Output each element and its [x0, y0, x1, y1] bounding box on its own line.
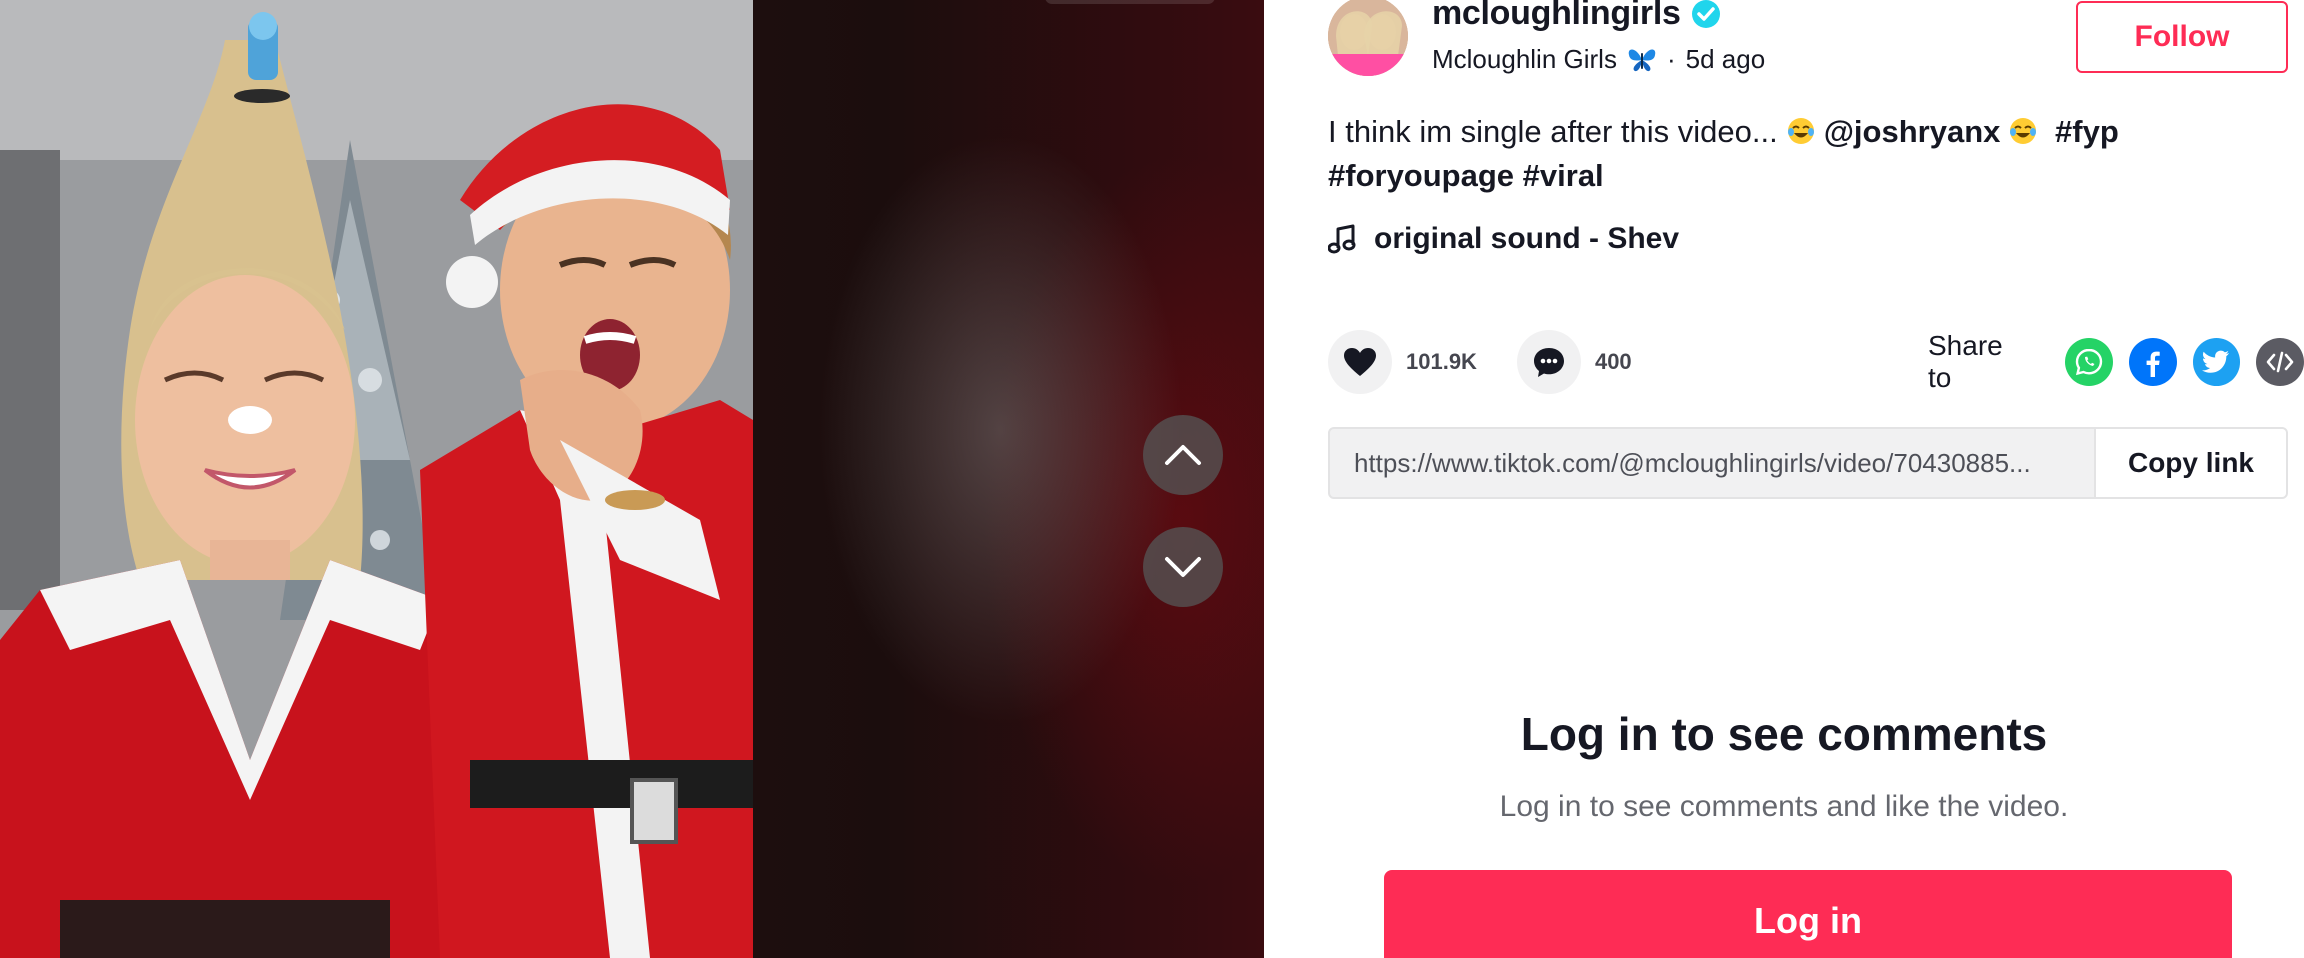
post-time: 5d ago [1685, 44, 1766, 74]
avatar-image [1328, 0, 1408, 76]
butterfly-emoji-icon [1628, 49, 1656, 71]
video-player[interactable] [0, 0, 1264, 958]
facebook-glyph [2146, 351, 2160, 377]
username-row: mcloughlingirls [1432, 0, 1721, 33]
comment-count: 400 [1594, 349, 1632, 374]
comment-group: 400 [1516, 330, 1632, 394]
post-caption: I think im single after this video... @jo… [1328, 110, 2228, 198]
twitter-icon[interactable] [2192, 338, 2241, 386]
subline-separator: · [1666, 44, 1676, 74]
like-button[interactable] [1328, 330, 1392, 394]
page: mcloughlingirls Mcloughlin Girls · 5d ag… [0, 0, 2304, 958]
comment-button[interactable] [1516, 330, 1581, 394]
share-link-url[interactable]: https://www.tiktok.com/@mcloughlingirls/… [1330, 448, 2094, 479]
video-still-image [0, 0, 753, 958]
author-subline: Mcloughlin Girls · 5d ago [1432, 44, 1765, 75]
chevron-down-icon [1165, 557, 1201, 577]
facebook-icon[interactable] [2128, 338, 2177, 386]
embed-icon[interactable] [2256, 338, 2304, 386]
twitter-glyph [2202, 350, 2230, 373]
verified-badge-icon [1691, 0, 1720, 28]
heart-icon [1344, 348, 1376, 376]
embed-glyph [2266, 351, 2294, 373]
whatsapp-icon[interactable] [2065, 338, 2113, 386]
like-count: 101.9K [1406, 349, 1477, 374]
share-row: Share to [1928, 330, 2304, 394]
hashtag-fyp[interactable]: #fyp [2055, 114, 2119, 149]
laughing-emoji-icon [2010, 118, 2037, 144]
display-name: Mcloughlin Girls [1432, 44, 1617, 74]
whatsapp-glyph [2075, 348, 2103, 376]
next-video-button[interactable] [1143, 527, 1223, 607]
hashtag-foryoupage[interactable]: #foryoupage [1328, 158, 1514, 193]
previous-video-button[interactable] [1143, 415, 1223, 495]
engagement-actions: 101.9K 400 [1328, 330, 1632, 394]
caption-text: I think im single after this video... [1328, 114, 1778, 149]
comment-icon [1533, 348, 1564, 377]
comments-login-subtitle: Log in to see comments and like the vide… [1499, 790, 2069, 823]
video-frame[interactable] [0, 0, 753, 958]
music-title: original sound - Shev [1374, 222, 1680, 255]
copy-link-button[interactable]: Copy link [2094, 429, 2286, 497]
login-button[interactable]: Log in [1384, 870, 2232, 958]
mention-link[interactable]: @joshryanx [1824, 114, 2001, 149]
hashtag-viral[interactable]: #viral [1523, 158, 1604, 193]
avatar[interactable] [1328, 0, 1408, 76]
follow-button[interactable]: Follow [2076, 1, 2288, 73]
music-link[interactable]: original sound - Shev [1328, 222, 1679, 256]
comments-login-title: Log in to see comments [1520, 708, 2048, 760]
chevron-up-icon [1165, 445, 1201, 465]
username-link[interactable]: mcloughlingirls [1432, 0, 1681, 33]
share-label: Share to [1928, 330, 2003, 393]
laughing-emoji-icon [1787, 118, 1814, 144]
like-group: 101.9K [1328, 330, 1477, 394]
share-link-box: https://www.tiktok.com/@mcloughlingirls/… [1328, 427, 2288, 499]
post-details-panel: mcloughlingirls Mcloughlin Girls · 5d ag… [1264, 0, 2304, 958]
music-note-icon [1328, 224, 1356, 254]
video-top-indicator [1045, 0, 1215, 4]
